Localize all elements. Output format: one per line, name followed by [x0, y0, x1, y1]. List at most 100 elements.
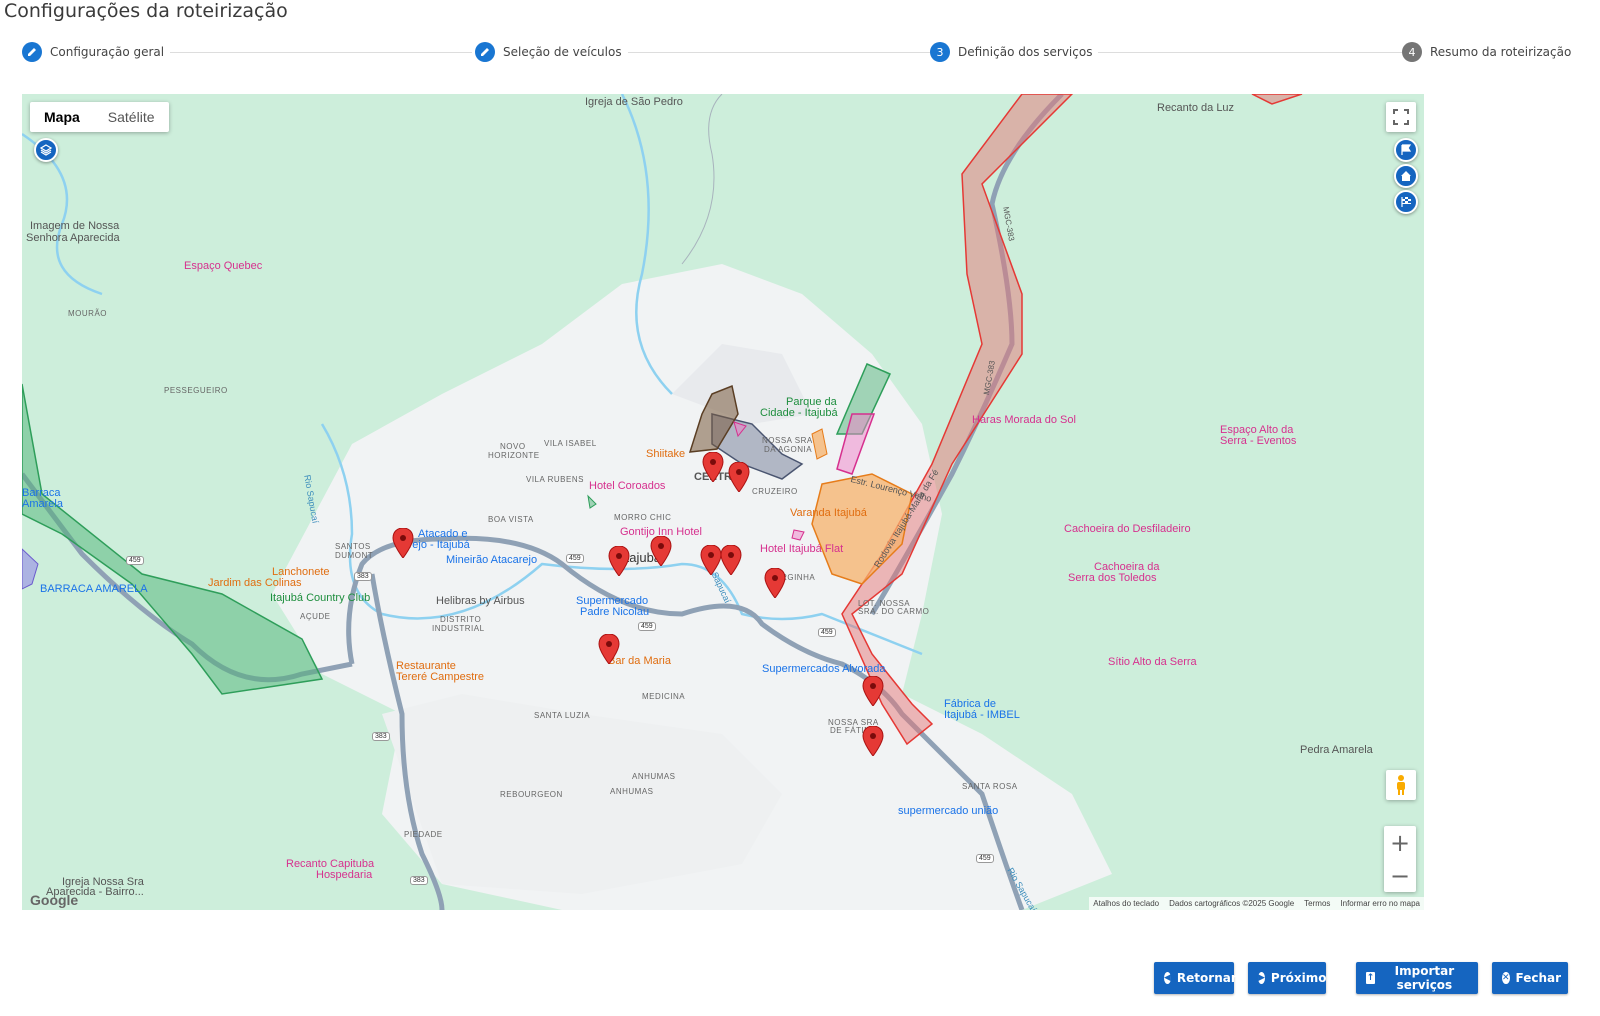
- service-marker[interactable]: [608, 546, 630, 576]
- neighborhood-label: DA AGONIA: [764, 445, 813, 454]
- poi-label: Senhora Aparecida: [26, 232, 120, 244]
- step-connector: [1072, 52, 1402, 53]
- neighborhood-label: PIEDADE: [404, 830, 443, 839]
- poi-label: Sítio Alto da Serra: [1108, 656, 1197, 668]
- neighborhood-label: NOVO: [500, 442, 526, 451]
- home-button[interactable]: [1394, 164, 1418, 188]
- neighborhood-label: DISTRITO: [440, 615, 482, 624]
- step-resumo[interactable]: 4 Resumo da roteirização: [1402, 42, 1578, 62]
- map-type-satellite-button[interactable]: Satélite: [94, 102, 169, 132]
- zone-red: [1251, 94, 1303, 105]
- service-marker[interactable]: [702, 452, 724, 482]
- map[interactable]: Igreja de São Pedro Recanto da Luz Image…: [22, 94, 1424, 910]
- poi-label: supermercado união: [898, 805, 999, 817]
- neighborhood-label: SANTA LUZIA: [534, 711, 591, 720]
- road-shield: 383: [372, 732, 390, 741]
- poi-label: Imagem de Nossa: [30, 220, 120, 232]
- keyboard-shortcuts-link[interactable]: Atalhos do teclado: [1093, 899, 1159, 908]
- neighborhood-label: MORRO CHIC: [614, 513, 672, 522]
- next-button-label: Próximo: [1270, 971, 1327, 985]
- neighborhood-label: NOSSA SRA: [762, 436, 813, 445]
- poi-label: Igreja de São Pedro: [585, 96, 683, 108]
- map-data-text: Dados cartográficos ©2025 Google: [1169, 899, 1295, 908]
- service-marker[interactable]: [862, 676, 884, 706]
- map-type-control: Mapa Satélite: [30, 102, 169, 132]
- step-selecao-veiculos[interactable]: Seleção de veículos: [475, 42, 628, 62]
- poi-label: Cachoeira do Desfiladeiro: [1064, 523, 1191, 535]
- close-button[interactable]: ✕ Fechar: [1492, 962, 1568, 994]
- service-marker[interactable]: [650, 536, 672, 566]
- zoom-out-button[interactable]: −: [1384, 859, 1416, 892]
- neighborhood-label: ANHUMAS: [610, 787, 654, 796]
- poi-label: Haras Morada do Sol: [972, 414, 1076, 426]
- zoom-in-button[interactable]: +: [1384, 826, 1416, 859]
- step-label: Definição dos serviços: [958, 45, 1093, 59]
- file-import-icon: ↑: [1366, 972, 1375, 984]
- poi-label: Amarela: [22, 498, 63, 510]
- neighborhood-label: MEDICINA: [642, 692, 686, 701]
- fullscreen-button[interactable]: [1386, 102, 1416, 132]
- neighborhood-label: REBOURGEON: [500, 790, 563, 799]
- neighborhood-label: VILA RUBENS: [526, 475, 584, 484]
- poi-label: Shiitake: [646, 448, 686, 460]
- poi-label: Itajubá Country Club: [270, 592, 371, 604]
- step-number: 3: [930, 42, 950, 62]
- step-configuracao-geral[interactable]: Configuração geral: [22, 42, 171, 62]
- service-marker[interactable]: [764, 568, 786, 598]
- poi-label: Helibras by Airbus: [436, 595, 525, 607]
- back-button[interactable]: ◀ Retornar: [1154, 962, 1237, 994]
- home-icon: [1401, 171, 1411, 181]
- step-label: Seleção de veículos: [503, 45, 622, 59]
- neighborhood-label: CRUZEIRO: [752, 487, 798, 496]
- step-definicao-servicos[interactable]: 3 Definição dos serviços: [930, 42, 1099, 62]
- poi-label: Serra dos Toledos: [1068, 572, 1157, 584]
- service-marker[interactable]: [862, 726, 884, 756]
- neighborhood-label: DUMONT: [335, 551, 374, 560]
- poi-label: Pedra Amarela: [1300, 744, 1373, 756]
- close-icon: ✕: [1502, 972, 1510, 984]
- layers-button[interactable]: [34, 138, 58, 162]
- neighborhood-label: MOURÃO: [68, 309, 107, 318]
- poi-label: Itajubá - IMBEL: [944, 709, 1020, 721]
- fullscreen-icon: [1393, 109, 1409, 125]
- flag-icon: [1401, 144, 1412, 155]
- poi-label: Supermercados Alvorada: [762, 663, 886, 675]
- checkered-flag-icon: [1401, 197, 1411, 207]
- poi-label: Tereré Campestre: [396, 671, 485, 683]
- zone-green: [22, 383, 324, 695]
- service-marker[interactable]: [720, 545, 742, 575]
- pencil-icon: [475, 42, 495, 62]
- neighborhood-label: SRA. DO CARMO: [858, 607, 930, 616]
- import-services-button[interactable]: ↑ Importar serviços: [1356, 962, 1478, 994]
- step-label: Configuração geral: [50, 45, 165, 59]
- neighborhood-label: ANHUMAS: [632, 772, 676, 781]
- map-type-map-button[interactable]: Mapa: [30, 102, 94, 132]
- poi-label: Hotel Itajubá Flat: [760, 543, 844, 555]
- zone-purple: [22, 548, 39, 590]
- terms-link[interactable]: Termos: [1304, 899, 1330, 908]
- service-marker[interactable]: [598, 634, 620, 664]
- service-marker[interactable]: [700, 545, 722, 575]
- report-error-link[interactable]: Informar erro no mapa: [1340, 899, 1420, 908]
- street-view-button[interactable]: [1386, 770, 1416, 800]
- service-marker[interactable]: [728, 462, 750, 492]
- road-shield: 383: [410, 876, 428, 885]
- next-button[interactable]: ▶ Próximo: [1248, 962, 1326, 994]
- page-title: Configurações da roteirização: [4, 0, 288, 22]
- close-button-label: Fechar: [1515, 971, 1562, 985]
- map-base: [22, 94, 1303, 910]
- finish-flag-button[interactable]: [1394, 190, 1418, 214]
- poi-label: Varanda Itajubá: [790, 507, 867, 519]
- service-marker[interactable]: [392, 528, 414, 558]
- step-connector: [602, 52, 932, 53]
- neighborhood-label: VILA ISABEL: [544, 439, 597, 448]
- road-shield: 459: [818, 628, 836, 637]
- neighborhood-label: SANTOS: [335, 542, 371, 551]
- flag-button[interactable]: [1394, 138, 1418, 162]
- road-shield: 459: [638, 622, 656, 631]
- poi-label: BARRACA AMARELA: [40, 583, 148, 595]
- pencil-icon: [22, 42, 42, 62]
- road-shield: 459: [976, 854, 994, 863]
- poi-label: Serra - Eventos: [1220, 435, 1297, 447]
- neighborhood-label: PESSEGUEIRO: [164, 386, 228, 395]
